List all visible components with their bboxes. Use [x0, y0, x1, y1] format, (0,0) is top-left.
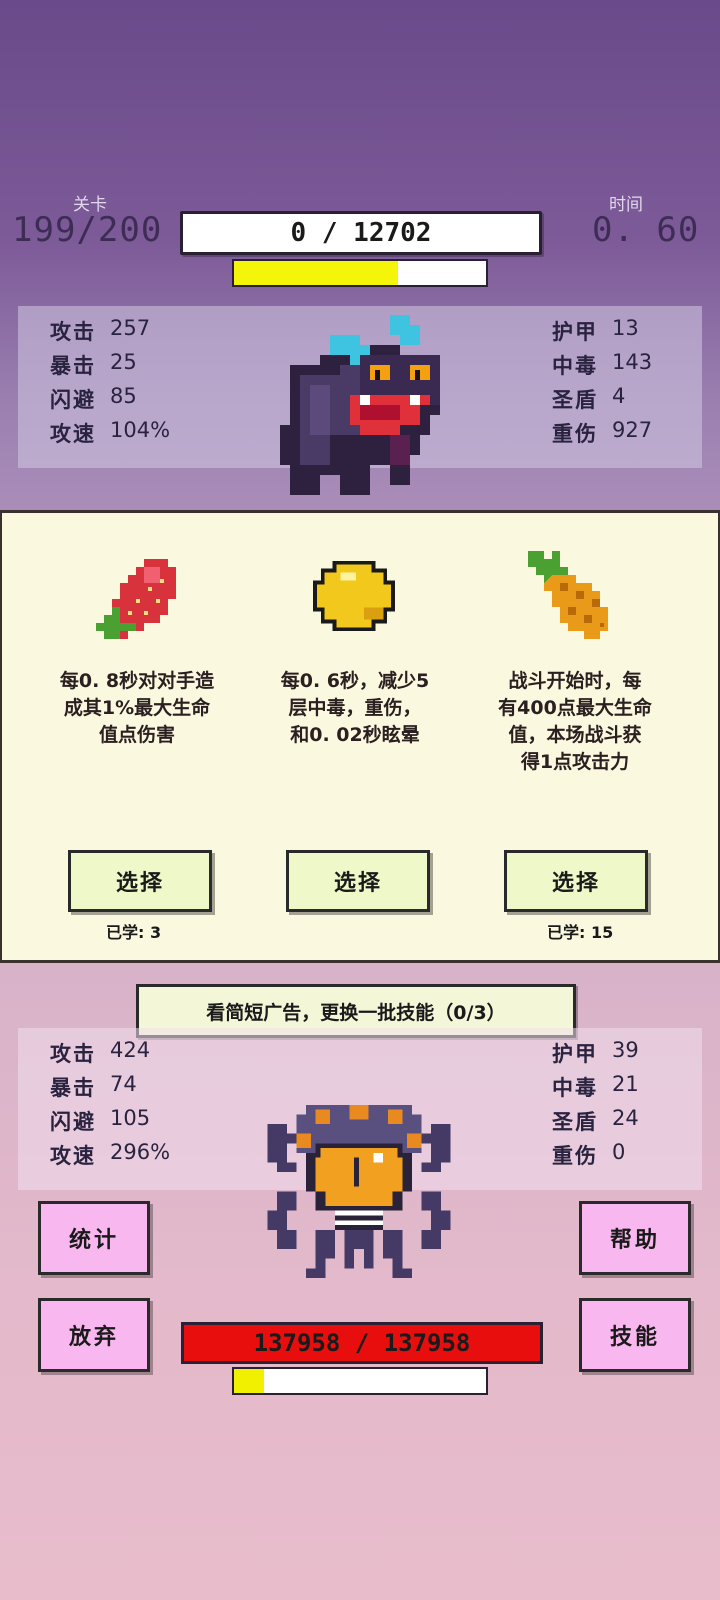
- enemy-stat-value: 143: [612, 350, 653, 374]
- player-stat-name: 重伤: [552, 1144, 598, 1168]
- player-stat-value: 24: [612, 1106, 639, 1130]
- enemy-stat-name: 攻击: [50, 320, 96, 344]
- player-stat-name: 攻速: [50, 1144, 96, 1168]
- enemy-progress-bar: [232, 259, 488, 287]
- player-hp-bar: 137958 / 137958: [181, 1322, 543, 1364]
- help-button[interactable]: 帮助: [579, 1201, 691, 1275]
- skill-3-learned-count: 已学: 15: [547, 923, 614, 942]
- player-stat-row: 攻速 296%: [50, 1140, 170, 1170]
- level-value: 199/200: [12, 210, 163, 250]
- skills-button[interactable]: 技能: [579, 1298, 691, 1372]
- enemy-stat-value: 104%: [110, 418, 171, 442]
- strawberry-icon: [96, 559, 176, 639]
- player-progress-fill: [234, 1369, 265, 1393]
- player-stat-name: 护甲: [552, 1042, 598, 1066]
- enemy-stat-value: 257: [110, 316, 151, 340]
- enemy-stat-value: 25: [110, 350, 137, 374]
- player-stat-name: 攻击: [50, 1042, 96, 1066]
- enemy-stat-value: 85: [110, 384, 137, 408]
- player-stat-name: 闪避: [50, 1110, 96, 1134]
- time-value: 0. 60: [592, 210, 700, 250]
- enemy-stat-row: 中毒 143: [552, 350, 652, 380]
- player-hp-text: 137958 / 137958: [253, 1329, 471, 1357]
- skill-1-learned-count: 已学: 3: [106, 923, 162, 942]
- player-stat-name: 圣盾: [552, 1110, 598, 1134]
- enemy-stat-row: 圣盾 4: [552, 384, 625, 414]
- enemy-stat-row: 攻速 104%: [50, 418, 170, 448]
- enemy-stat-name: 重伤: [552, 422, 598, 446]
- enemy-stat-name: 护甲: [552, 320, 598, 344]
- player-stat-row: 重伤 0: [552, 1140, 625, 1170]
- player-stat-name: 暴击: [50, 1076, 96, 1100]
- enemy-hp-bar: 0 / 12702: [180, 211, 542, 255]
- player-progress-bar: [232, 1367, 488, 1395]
- pineapple-icon: [528, 551, 608, 639]
- enemy-stat-name: 中毒: [552, 354, 598, 378]
- enemy-stat-name: 暴击: [50, 354, 96, 378]
- player-stat-value: 39: [612, 1038, 639, 1062]
- player-stat-name: 中毒: [552, 1076, 598, 1100]
- player-stat-value: 424: [110, 1038, 151, 1062]
- enemy-stat-name: 圣盾: [552, 388, 598, 412]
- choose-skill-3-button[interactable]: 选择: [504, 850, 648, 912]
- choose-skill-1-button[interactable]: 选择: [68, 850, 212, 912]
- enemy-stat-value: 4: [612, 384, 626, 408]
- player-stat-row: 圣盾 24: [552, 1106, 639, 1136]
- player-stat-row: 中毒 21: [552, 1072, 639, 1102]
- choose-skill-2-button[interactable]: 选择: [286, 850, 430, 912]
- player-stat-value: 0: [612, 1140, 626, 1164]
- lemon-icon: [312, 560, 396, 632]
- skill-desc-2: 每0. 6秒，减少5 层中毒，重伤， 和0. 02秒眩晕: [280, 670, 430, 746]
- player-stat-row: 护甲 39: [552, 1038, 639, 1068]
- player-stat-row: 攻击 424: [50, 1038, 150, 1068]
- player-stat-value: 296%: [110, 1140, 171, 1164]
- skill-desc-1: 每0. 8秒对对手造 成其1%最大生命 值点伤害: [59, 670, 215, 746]
- player-stat-value: 21: [612, 1072, 639, 1096]
- enemy-stat-row: 闪避 85: [50, 384, 137, 414]
- enemy-stat-name: 攻速: [50, 422, 96, 446]
- player-stat-row: 闪避 105: [50, 1106, 150, 1136]
- enemy-stat-value: 927: [612, 418, 653, 442]
- enemy-monster-sprite: [280, 315, 440, 495]
- give-up-button[interactable]: 放弃: [38, 1298, 150, 1372]
- player-creature-sprite: [267, 1104, 451, 1278]
- player-stat-value: 74: [110, 1072, 137, 1096]
- enemy-stat-row: 暴击 25: [50, 350, 137, 380]
- enemy-stat-value: 13: [612, 316, 639, 340]
- player-stat-row: 暴击 74: [50, 1072, 137, 1102]
- enemy-hp-text: 0 / 12702: [290, 218, 432, 248]
- skill-card-area: 每0. 8秒对对手造 成其1%最大生命 值点伤害 每0. 6秒，减少5 层中毒，…: [0, 510, 720, 963]
- player-stat-value: 105: [110, 1106, 151, 1130]
- skill-desc-3: 战斗开始时，每 有400点最大生命 值，本场战斗获 得1点攻击力: [498, 670, 652, 773]
- enemy-stat-row: 攻击 257: [50, 316, 150, 346]
- enemy-progress-fill: [234, 261, 398, 285]
- enemy-stat-row: 护甲 13: [552, 316, 639, 346]
- stats-button[interactable]: 统计: [38, 1201, 150, 1275]
- enemy-stat-row: 重伤 927: [552, 418, 652, 448]
- enemy-stat-name: 闪避: [50, 388, 96, 412]
